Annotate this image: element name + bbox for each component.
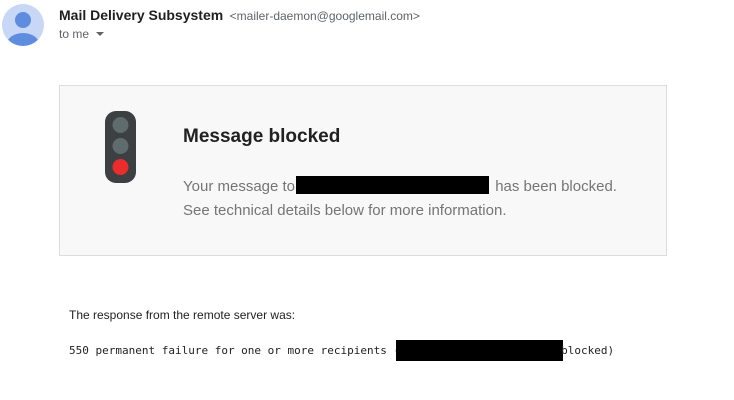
redacted-recipient xyxy=(296,176,490,194)
delivery-status-card: Message blocked Your message to has been… xyxy=(59,85,667,256)
sender-email: <mailer-daemon@googlemail.com> xyxy=(229,9,420,23)
sender-name[interactable]: Mail Delivery Subsystem xyxy=(59,7,223,23)
redacted-address xyxy=(396,340,564,361)
chevron-down-icon xyxy=(96,32,105,36)
recipient-details-toggle[interactable]: to me xyxy=(59,27,105,41)
response-code-prefix: 550 permanent failure for one or more re… xyxy=(69,344,401,357)
body-prefix: Your message to xyxy=(183,178,296,195)
sender-line: Mail Delivery Subsystem <mailer-daemon@g… xyxy=(59,7,420,25)
response-code-suffix: blocked) xyxy=(561,344,615,357)
card-body: Your message to has been blocked. See te… xyxy=(183,175,653,223)
card-body-line-1: Your message to has been blocked. xyxy=(183,175,653,199)
body-suffix: has been blocked. xyxy=(495,178,617,195)
recipient-label: to me xyxy=(59,27,90,41)
traffic-light-icon xyxy=(105,111,136,183)
email-view: Mail Delivery Subsystem <mailer-daemon@g… xyxy=(0,0,734,400)
person-avatar-icon xyxy=(7,12,39,46)
response-code: 550 permanent failure for one or more re… xyxy=(69,340,614,361)
card-title: Message blocked xyxy=(183,126,341,147)
response-label: The response from the remote server was: xyxy=(69,308,296,322)
sender-avatar[interactable] xyxy=(2,4,44,46)
card-body-line-2: See technical details below for more inf… xyxy=(183,202,507,219)
